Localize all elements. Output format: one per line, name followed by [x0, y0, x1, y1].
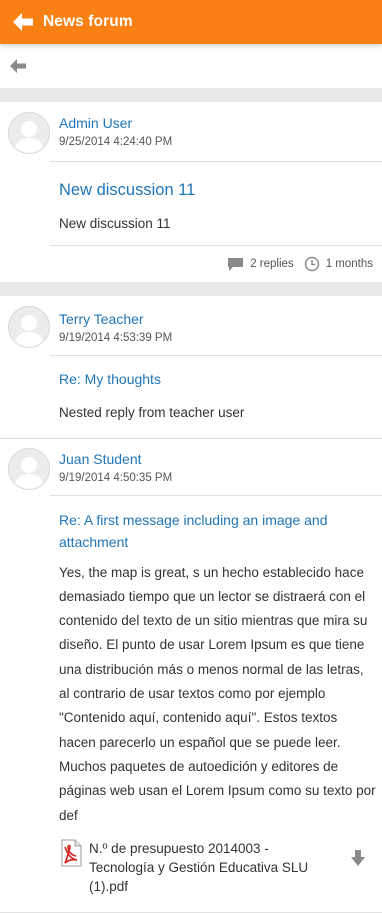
avatar[interactable] [8, 112, 50, 154]
back-to-forum-button[interactable] [8, 56, 28, 76]
back-button[interactable] [10, 9, 36, 35]
section-divider [0, 282, 382, 297]
discussion-subject[interactable]: New discussion 11 [59, 180, 382, 200]
avatar[interactable] [8, 306, 50, 349]
post-date: 9/19/2014 4:53:39 PM [59, 332, 173, 345]
divider [50, 494, 382, 496]
user-silhouette-icon [13, 121, 45, 153]
post-date: 9/25/2014 4:24:40 PM [59, 136, 173, 148]
post-date: 9/19/2014 4:50:35 PM [59, 471, 173, 484]
author-link[interactable]: Juan Student [59, 451, 382, 468]
attachment-filename[interactable]: N.º de presupuesto 2014003 - Tecnología … [89, 839, 329, 896]
app-header: News forum [0, 0, 382, 44]
reply-subject[interactable]: Re: My thoughts [59, 369, 382, 389]
arrow-left-icon [13, 13, 33, 31]
download-icon[interactable] [350, 849, 366, 867]
replies-count: 2 replies [227, 257, 294, 272]
avatar[interactable] [8, 447, 50, 490]
time-ago: 1 months [304, 256, 373, 272]
arrow-left-icon [10, 59, 26, 73]
post-message: New discussion 11 [59, 216, 171, 231]
divider [50, 355, 382, 357]
author-link[interactable]: Terry Teacher [59, 311, 382, 328]
post-message: Yes, the map is great, s un hecho establ… [59, 564, 376, 823]
reply-post: Juan Student 9/19/2014 4:50:35 PM Re: A … [0, 439, 382, 913]
author-link[interactable]: Admin User [59, 115, 382, 132]
post-message: Nested reply from teacher user [59, 405, 245, 421]
reply-post: Terry Teacher 9/19/2014 4:53:39 PM Re: M… [0, 296, 382, 439]
comment-icon [228, 257, 244, 271]
user-silhouette-icon [13, 315, 45, 348]
discussion-post: Admin User 9/25/2014 4:24:40 PM New disc… [0, 102, 382, 282]
user-silhouette-icon [13, 456, 45, 489]
reply-subject[interactable]: Re: A first message including an image a… [59, 509, 376, 553]
divider [50, 161, 382, 162]
sub-navigation-bar [0, 44, 382, 88]
pdf-file-icon [61, 839, 82, 867]
discussion-stats: 2 replies 1 months [0, 246, 382, 282]
section-divider [0, 88, 382, 102]
page-title: News forum [43, 13, 133, 30]
attachment[interactable]: N.º de presupuesto 2014003 - Tecnología … [59, 839, 376, 896]
clock-icon [304, 257, 319, 272]
